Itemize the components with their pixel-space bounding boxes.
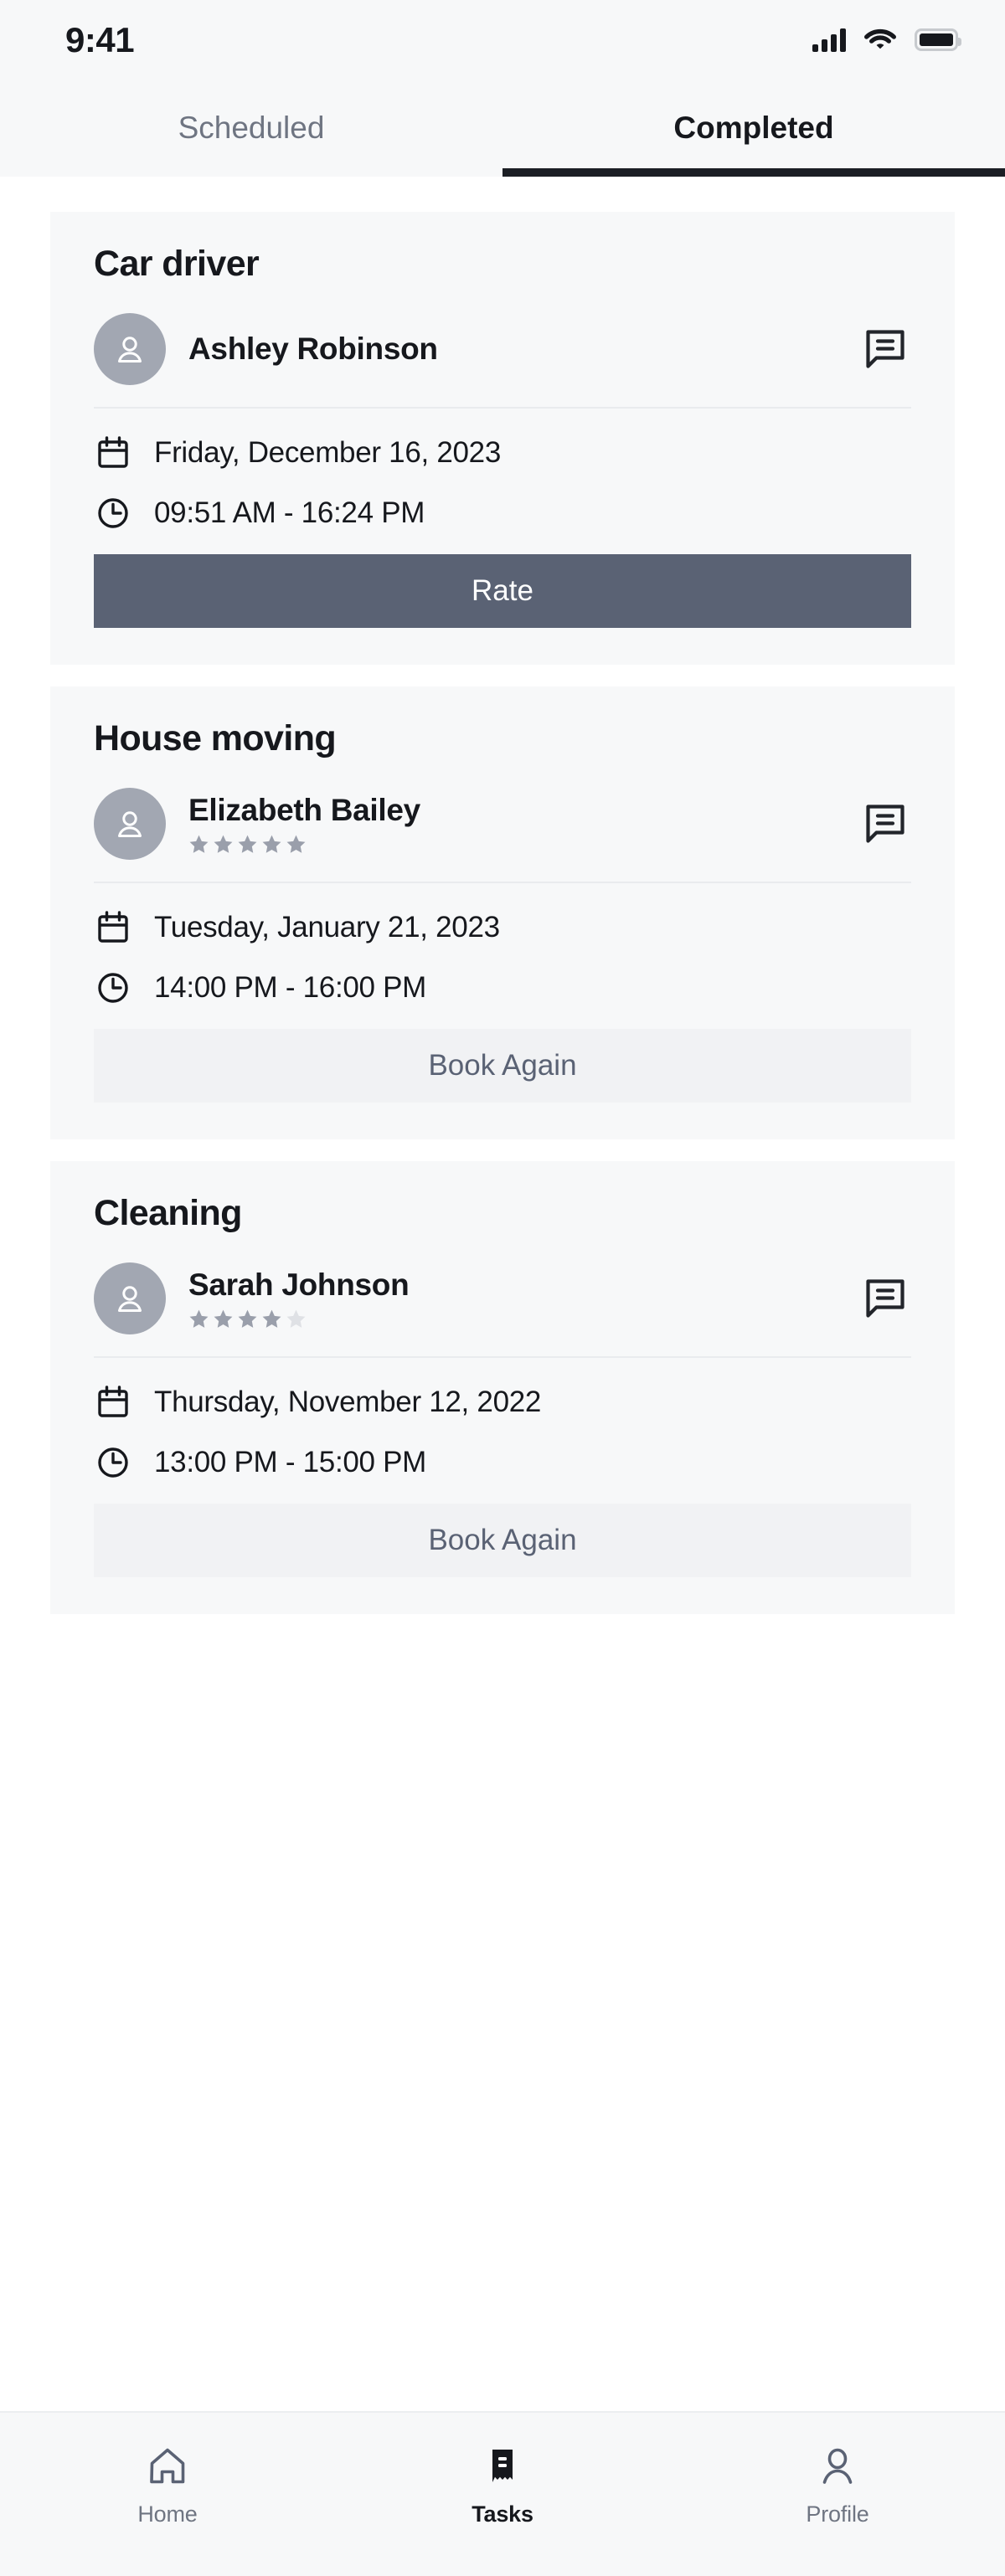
home-icon [146, 2443, 189, 2490]
avatar [94, 313, 166, 385]
star-icon [286, 1309, 306, 1328]
star-icon [238, 835, 257, 853]
provider-name: Elizabeth Bailey [188, 793, 420, 828]
task-card[interactable]: Cleaning Sarah Johnson Thursday, Novembe… [50, 1161, 955, 1614]
star-icon [189, 1309, 209, 1328]
provider-meta: Sarah Johnson [188, 1267, 859, 1329]
clock-icon [94, 969, 132, 1007]
time-text: 09:51 AM - 16:24 PM [154, 496, 425, 529]
nav-item-tasks[interactable]: Tasks [335, 2443, 670, 2527]
date-row: Thursday, November 12, 2022 [94, 1383, 911, 1422]
tab-bar: Scheduled Completed [0, 80, 1005, 177]
provider-row: Ashley Robinson [94, 313, 911, 407]
card-divider [94, 1356, 911, 1358]
nav-item-home[interactable]: Home [0, 2443, 335, 2527]
provider-name: Ashley Robinson [188, 331, 438, 366]
time-row: 14:00 PM - 16:00 PM [94, 969, 911, 1007]
app-root: 9:41 Scheduled Completed Car driver Ashl… [0, 0, 1005, 2576]
book-again-button[interactable]: Book Again [94, 1504, 911, 1577]
card-divider [94, 407, 911, 409]
message-icon[interactable] [859, 323, 911, 375]
star-icon [262, 1309, 281, 1328]
calendar-icon [94, 908, 132, 947]
nav-label-home: Home [137, 2501, 198, 2527]
star-icon [238, 1309, 257, 1328]
provider-row: Elizabeth Bailey [94, 788, 911, 882]
tasks-icon [481, 2443, 524, 2490]
avatar [94, 788, 166, 860]
nav-label-tasks: Tasks [472, 2501, 533, 2527]
calendar-icon [94, 1383, 132, 1422]
status-bar-time: 9:41 [65, 19, 135, 59]
star-icon [214, 835, 233, 853]
task-list: Car driver Ashley Robinson Friday, Decem… [0, 177, 1005, 2411]
nav-item-profile[interactable]: Profile [670, 2443, 1005, 2527]
date-text: Friday, December 16, 2023 [154, 436, 502, 469]
star-icon [286, 835, 306, 853]
message-icon[interactable] [859, 798, 911, 850]
rating-stars [188, 1309, 859, 1329]
battery-icon [915, 28, 961, 51]
signal-icon [812, 28, 846, 52]
time-row: 13:00 PM - 15:00 PM [94, 1443, 911, 1482]
task-title: Car driver [94, 244, 260, 284]
time-row: 09:51 AM - 16:24 PM [94, 494, 911, 532]
time-text: 14:00 PM - 16:00 PM [154, 971, 427, 1004]
provider-meta: Ashley Robinson [188, 332, 859, 368]
provider-meta: Elizabeth Bailey [188, 793, 859, 855]
rate-button[interactable]: Rate [94, 554, 911, 628]
nav-label-profile: Profile [806, 2501, 869, 2527]
star-icon [262, 835, 281, 853]
wifi-icon [864, 26, 896, 54]
bottom-navigation: Home Tasks Profile [0, 2411, 1005, 2576]
clock-icon [94, 494, 132, 532]
tab-scheduled[interactable]: Scheduled [0, 80, 502, 177]
status-bar-icons [812, 26, 961, 54]
clock-icon [94, 1443, 132, 1482]
message-icon[interactable] [859, 1273, 911, 1324]
date-row: Tuesday, January 21, 2023 [94, 908, 911, 947]
task-title: House moving [94, 718, 337, 758]
time-text: 13:00 PM - 15:00 PM [154, 1446, 427, 1478]
provider-row: Sarah Johnson [94, 1262, 911, 1356]
task-title: Cleaning [94, 1193, 242, 1233]
rating-stars [188, 834, 859, 855]
book-again-button[interactable]: Book Again [94, 1029, 911, 1103]
task-card[interactable]: House moving Elizabeth Bailey Tuesday, J… [50, 686, 955, 1139]
date-text: Thursday, November 12, 2022 [154, 1386, 542, 1418]
star-icon [214, 1309, 233, 1328]
star-icon [189, 835, 209, 853]
card-divider [94, 882, 911, 883]
date-text: Tuesday, January 21, 2023 [154, 911, 500, 944]
provider-name: Sarah Johnson [188, 1267, 410, 1303]
date-row: Friday, December 16, 2023 [94, 434, 911, 472]
tab-completed[interactable]: Completed [502, 80, 1005, 177]
avatar [94, 1262, 166, 1334]
calendar-icon [94, 434, 132, 472]
status-bar: 9:41 [0, 0, 1005, 80]
task-card[interactable]: Car driver Ashley Robinson Friday, Decem… [50, 212, 955, 665]
profile-icon [816, 2443, 859, 2490]
